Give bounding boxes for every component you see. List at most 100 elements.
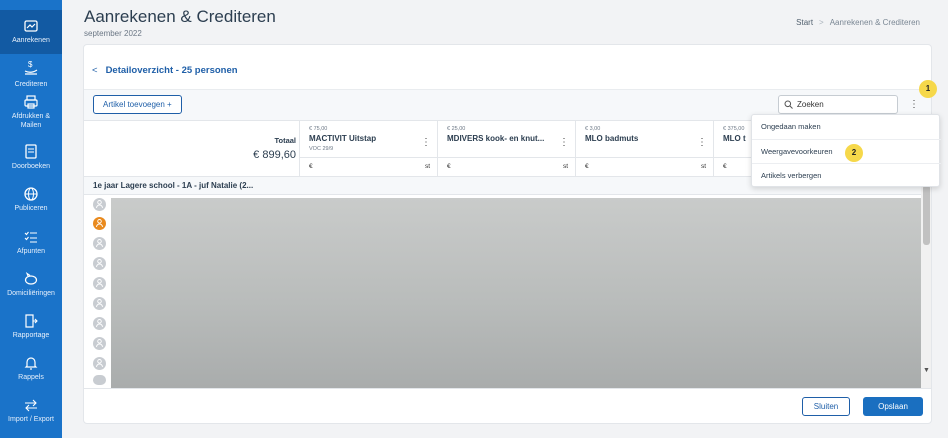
- unit-st: st: [701, 163, 707, 170]
- column-menu-icon[interactable]: ⋮: [559, 137, 569, 148]
- user-icon: [96, 279, 103, 287]
- sidebar-item-label-2: Mailen: [20, 122, 42, 129]
- breadcrumb-separator: >: [819, 18, 824, 27]
- column-units: € st: [575, 157, 713, 178]
- group-label: 1e jaar Lagere school - 1A - juf Natalie…: [93, 181, 254, 190]
- avatar[interactable]: [93, 257, 106, 270]
- avatar[interactable]: [93, 237, 106, 250]
- breadcrumb: Start > Aanrekenen & Crediteren: [796, 18, 920, 27]
- breadcrumb-current: Aanrekenen & Crediteren: [829, 18, 920, 27]
- unit-euro: €: [585, 163, 589, 170]
- save-button[interactable]: Opslaan: [863, 397, 923, 416]
- breadcrumb-start[interactable]: Start: [796, 18, 813, 27]
- callout-badge-1: 1: [919, 80, 937, 98]
- avatar[interactable]: [93, 198, 106, 211]
- avatar[interactable]: [93, 375, 106, 385]
- unit-euro: €: [723, 163, 727, 170]
- user-icon: [96, 319, 103, 327]
- user-icon: [96, 239, 103, 247]
- article-price: € 3,00: [585, 126, 601, 132]
- column-menu-icon[interactable]: ⋮: [421, 137, 431, 148]
- avatar-selected[interactable]: [93, 217, 106, 230]
- total-label: Totaal: [274, 136, 296, 145]
- article-code: VOC 29/9: [309, 146, 334, 152]
- sidebar-item-crediteren[interactable]: $ Crediteren: [0, 58, 62, 89]
- article-name: MLO t: [723, 134, 746, 143]
- avatar[interactable]: [93, 337, 106, 350]
- detail-card: < Detailoverzicht - 25 personen Artikel t…: [83, 44, 932, 424]
- article-name: MACTIVIT Uitstap: [309, 134, 377, 143]
- report-icon: [25, 314, 38, 328]
- unit-euro: €: [309, 163, 313, 170]
- avatar[interactable]: [93, 277, 106, 290]
- back-chevron-icon[interactable]: <: [92, 65, 98, 76]
- checklist-icon: [24, 231, 37, 243]
- article-name: MDIVERS kook- en knut...: [447, 134, 545, 143]
- unit-euro: €: [447, 163, 451, 170]
- svg-text:$: $: [28, 60, 33, 69]
- callout-badge-2: 2: [845, 144, 863, 162]
- avatar[interactable]: [93, 357, 106, 370]
- blurred-table-body: [111, 198, 921, 388]
- sidebar-item-label: Aanrekenen: [12, 37, 50, 44]
- more-options-icon[interactable]: ⋮: [909, 99, 919, 110]
- sidebar-item-domicilieringen[interactable]: Domiciliëringen: [0, 271, 62, 298]
- sidebar-item-afpunten[interactable]: Afpunten: [0, 229, 62, 256]
- sidebar-item-label: Rapportage: [12, 332, 50, 339]
- sidebar-item-label: Doorboeken: [11, 163, 51, 170]
- user-icon: [96, 259, 103, 267]
- bell-icon: [24, 357, 38, 370]
- article-price: € 75,00: [309, 126, 328, 132]
- sidebar-item-publiceren[interactable]: Publiceren: [0, 186, 62, 213]
- unit-st: st: [425, 163, 431, 170]
- unit-st: st: [563, 163, 569, 170]
- sidebar-item-aanrekenen[interactable]: Aanrekenen: [0, 10, 62, 54]
- sidebar-item-rapportage[interactable]: Rapportage: [0, 313, 62, 340]
- sidebar-item-import-export[interactable]: Import / Export: [0, 397, 62, 424]
- footer-divider: [84, 388, 931, 389]
- user-icon: [96, 359, 103, 367]
- sidebar-item-label: Afdrukken &: [11, 113, 51, 120]
- column-units: € st: [437, 157, 575, 178]
- sidebar-item-label: Import / Export: [8, 416, 54, 423]
- user-icon: [96, 299, 103, 307]
- user-icon: [96, 200, 103, 208]
- article-name: MLO badmuts: [585, 134, 639, 143]
- avatar[interactable]: [93, 297, 106, 310]
- add-article-button[interactable]: Artikel toevoegen +: [93, 95, 182, 114]
- sidebar-item-label: Afpunten: [16, 248, 46, 255]
- transfer-icon: [25, 399, 37, 412]
- detail-title: Detailoverzicht - 25 personen: [105, 65, 238, 76]
- globe-icon: [24, 187, 38, 201]
- article-price: € 25,00: [447, 126, 466, 132]
- article-column-1: € 75,00 MACTIVIT Uitstap VOC 29/9 ⋮ € st: [299, 121, 437, 178]
- detail-header[interactable]: < Detailoverzicht - 25 personen: [92, 65, 238, 76]
- article-column-3: € 3,00 MLO badmuts ⋮ € st: [575, 121, 713, 178]
- menu-item-undo[interactable]: Ongedaan maken: [752, 115, 941, 139]
- menu-item-hide-articles[interactable]: Artikels verbergen: [752, 163, 941, 187]
- ledger-icon: [25, 144, 37, 159]
- credit-icon: $: [24, 60, 38, 75]
- sidebar-item-label: Domiciliëringen: [7, 290, 55, 297]
- user-icon: [96, 339, 103, 347]
- article-price: € 375,00: [723, 126, 745, 132]
- scroll-down-icon[interactable]: ▼: [923, 367, 930, 374]
- close-button[interactable]: Sluiten: [802, 397, 850, 416]
- search-value: Zoeken: [797, 100, 824, 109]
- user-icon: [96, 219, 103, 227]
- scrollbar-thumb[interactable]: [923, 185, 930, 245]
- column-menu-icon[interactable]: ⋮: [697, 137, 707, 148]
- avatar[interactable]: [93, 317, 106, 330]
- sidebar-item-afdrukken[interactable]: Afdrukken & Mailen: [0, 94, 62, 130]
- sidebar-item-doorboeken[interactable]: Doorboeken: [0, 144, 62, 171]
- search-input[interactable]: Zoeken: [778, 95, 898, 114]
- sidebar-item-rappels[interactable]: Rappels: [0, 355, 62, 382]
- invoice-icon: [24, 20, 38, 32]
- sidebar-item-label: Crediteren: [14, 81, 48, 88]
- column-units: € st: [299, 157, 437, 178]
- page-subtitle: september 2022: [84, 29, 142, 38]
- page-title: Aanrekenen & Crediteren: [84, 7, 276, 26]
- search-icon: [784, 100, 793, 109]
- sidebar-item-label: Rappels: [18, 374, 44, 381]
- article-column-2: € 25,00 MDIVERS kook- en knut... ⋮ € st: [437, 121, 575, 178]
